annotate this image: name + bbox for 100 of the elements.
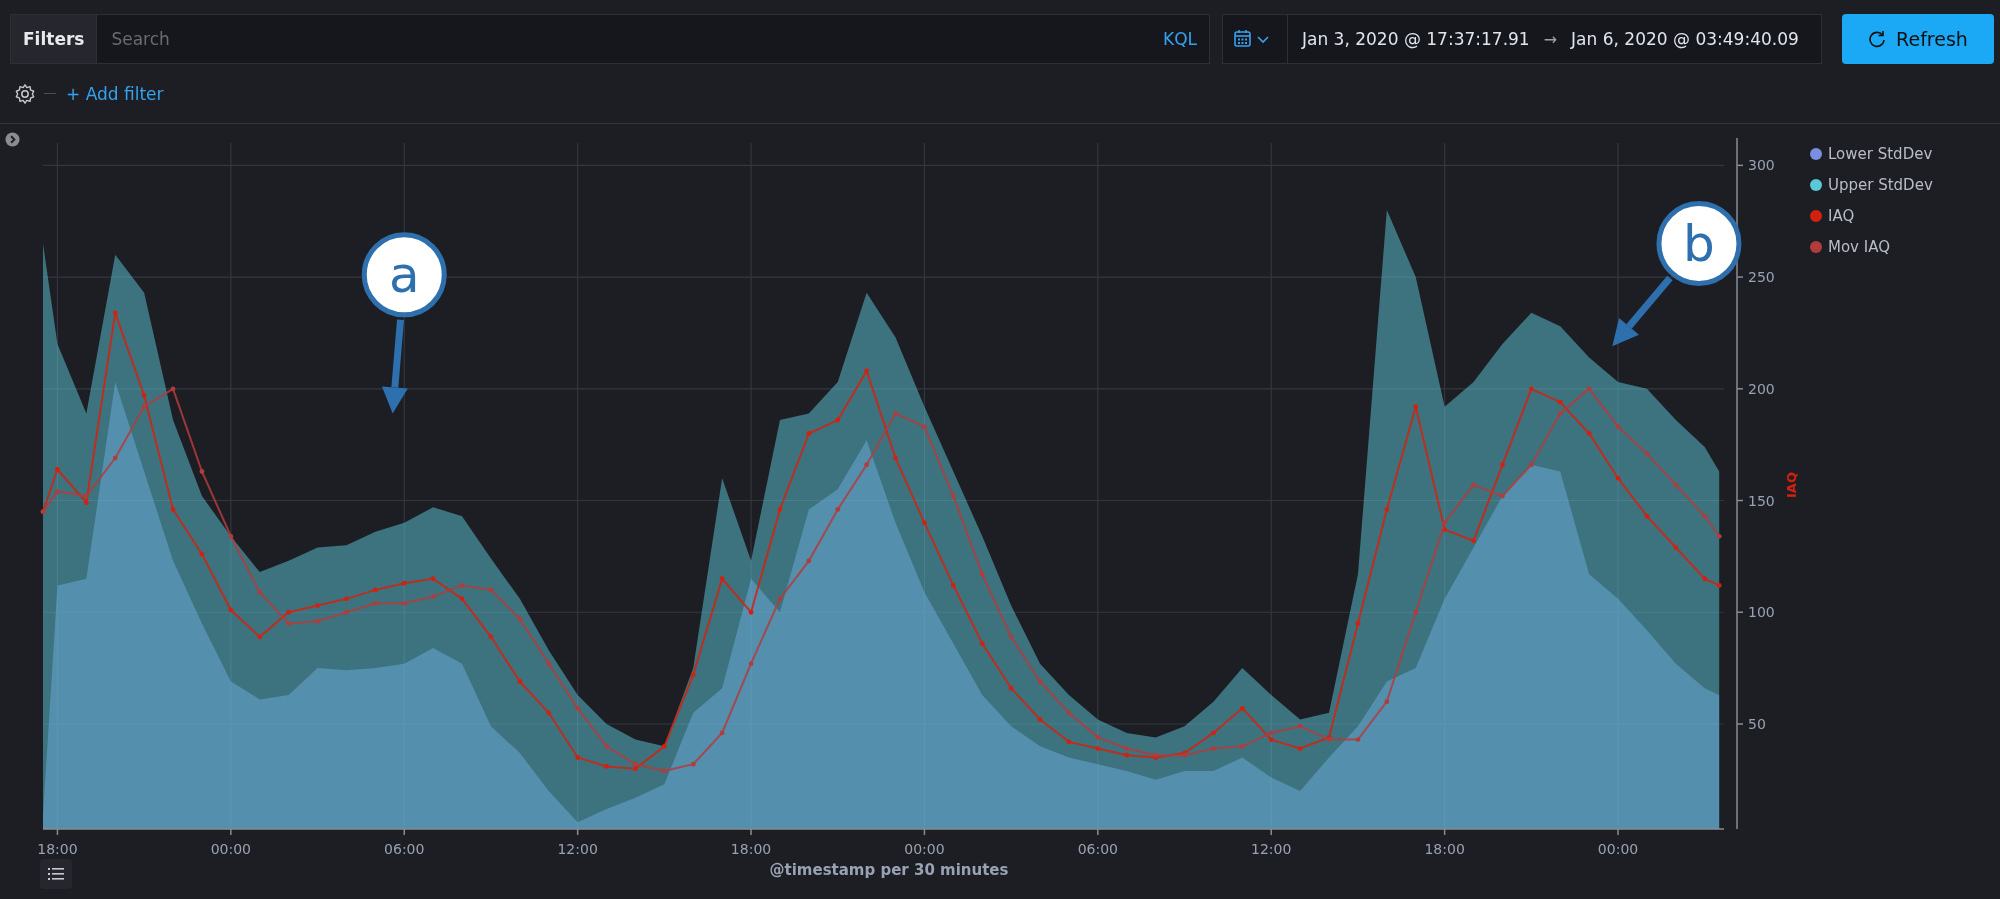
data-point	[806, 558, 812, 564]
data-point	[1211, 730, 1216, 736]
data-point	[1095, 735, 1101, 740]
legend-item[interactable]: Mov IAQ	[1810, 231, 1933, 262]
data-point	[1413, 609, 1419, 615]
data-point	[199, 551, 205, 557]
data-point	[922, 520, 927, 526]
legend-label: Upper StdDev	[1828, 175, 1933, 194]
data-point	[1471, 538, 1476, 544]
collapse-icon[interactable]	[5, 132, 20, 147]
x-axis-title: @timestamp per 30 minutes	[769, 861, 1009, 879]
data-point	[604, 743, 609, 749]
data-point	[517, 679, 523, 684]
data-point	[55, 466, 60, 472]
y-tick-label: 250	[1748, 269, 1775, 286]
data-point	[575, 705, 581, 711]
data-point	[1716, 533, 1722, 539]
range-arrow: →	[1543, 29, 1558, 49]
data-point	[1615, 475, 1621, 481]
end-date[interactable]: Jan 6, 2020 @ 03:49:40.09	[1557, 29, 1813, 49]
data-point	[1471, 482, 1476, 488]
data-point	[1355, 621, 1361, 626]
data-point	[1384, 699, 1390, 705]
data-point	[690, 761, 696, 767]
x-tick-label: 18:00	[37, 841, 78, 857]
data-point	[1211, 746, 1216, 751]
data-point	[286, 609, 292, 615]
data-point	[488, 587, 494, 593]
data-point	[1586, 386, 1592, 392]
y-axis-title: IAQ	[1784, 472, 1799, 498]
data-point	[344, 596, 349, 602]
legend-label: Mov IAQ	[1828, 237, 1890, 256]
data-point	[517, 616, 523, 622]
data-point	[922, 424, 927, 430]
data-point	[257, 589, 263, 595]
data-point	[1066, 710, 1072, 716]
data-point	[459, 583, 465, 588]
add-filter-link[interactable]: + Add filter	[66, 83, 164, 104]
data-point	[1528, 462, 1534, 468]
data-point	[719, 576, 725, 582]
callout-label: b	[1683, 214, 1715, 273]
data-point	[1008, 685, 1014, 691]
legend-item[interactable]: IAQ	[1810, 200, 1933, 231]
data-point	[748, 661, 754, 667]
data-point	[1528, 386, 1534, 392]
data-point	[401, 600, 407, 606]
data-point	[546, 710, 552, 716]
data-point	[112, 310, 118, 316]
data-point	[286, 621, 292, 626]
data-point	[141, 404, 147, 410]
search-field[interactable]: Filters Search KQL	[10, 14, 1210, 64]
data-point	[401, 580, 407, 586]
data-point	[1557, 399, 1563, 405]
y-tick-label: 200	[1748, 380, 1775, 397]
data-point	[777, 596, 783, 602]
data-point	[112, 455, 118, 461]
data-point	[199, 469, 205, 474]
data-point	[1384, 507, 1390, 512]
data-point	[1413, 404, 1419, 410]
data-point	[1716, 583, 1722, 588]
data-point	[430, 576, 436, 582]
data-point	[777, 507, 783, 512]
data-point	[1355, 737, 1361, 742]
data-point	[835, 417, 841, 423]
data-point	[1557, 411, 1563, 416]
data-point	[1644, 451, 1650, 456]
data-point	[1673, 482, 1679, 488]
start-date[interactable]: Jan 3, 2020 @ 17:37:17.91	[1288, 29, 1544, 49]
refresh-button[interactable]: Refresh	[1842, 14, 1994, 64]
kql-toggle[interactable]: KQL	[1163, 29, 1209, 49]
x-tick-label: 00:00	[210, 841, 252, 857]
data-point	[661, 768, 667, 774]
data-point	[1702, 513, 1708, 519]
data-point	[950, 583, 956, 588]
data-point	[604, 764, 609, 769]
x-tick-label: 00:00	[904, 841, 945, 857]
data-point	[1066, 739, 1072, 745]
data-point	[430, 594, 436, 599]
data-point	[141, 393, 147, 398]
data-point	[1037, 717, 1043, 722]
data-point	[228, 607, 234, 613]
data-point	[1297, 723, 1303, 729]
data-point	[575, 755, 581, 760]
data-point	[257, 634, 263, 640]
data-point	[1500, 493, 1505, 499]
settings-icon[interactable]	[14, 82, 36, 105]
data-point	[806, 431, 812, 436]
legend-item[interactable]: Upper StdDev	[1810, 169, 1933, 200]
data-point	[1239, 705, 1245, 711]
legend-item[interactable]: Lower StdDev	[1810, 138, 1933, 169]
y-tick-label: 150	[1748, 492, 1775, 509]
x-tick-label: 06:00	[384, 841, 425, 857]
data-point	[719, 730, 725, 736]
data-point	[315, 603, 320, 608]
data-point	[1095, 746, 1101, 751]
x-tick-label: 12:00	[1251, 841, 1292, 857]
x-tick-label: 06:00	[1077, 841, 1118, 857]
list-icon	[48, 867, 64, 881]
x-tick-label: 00:00	[1597, 841, 1639, 857]
legend-toggle-button[interactable]	[40, 859, 72, 889]
